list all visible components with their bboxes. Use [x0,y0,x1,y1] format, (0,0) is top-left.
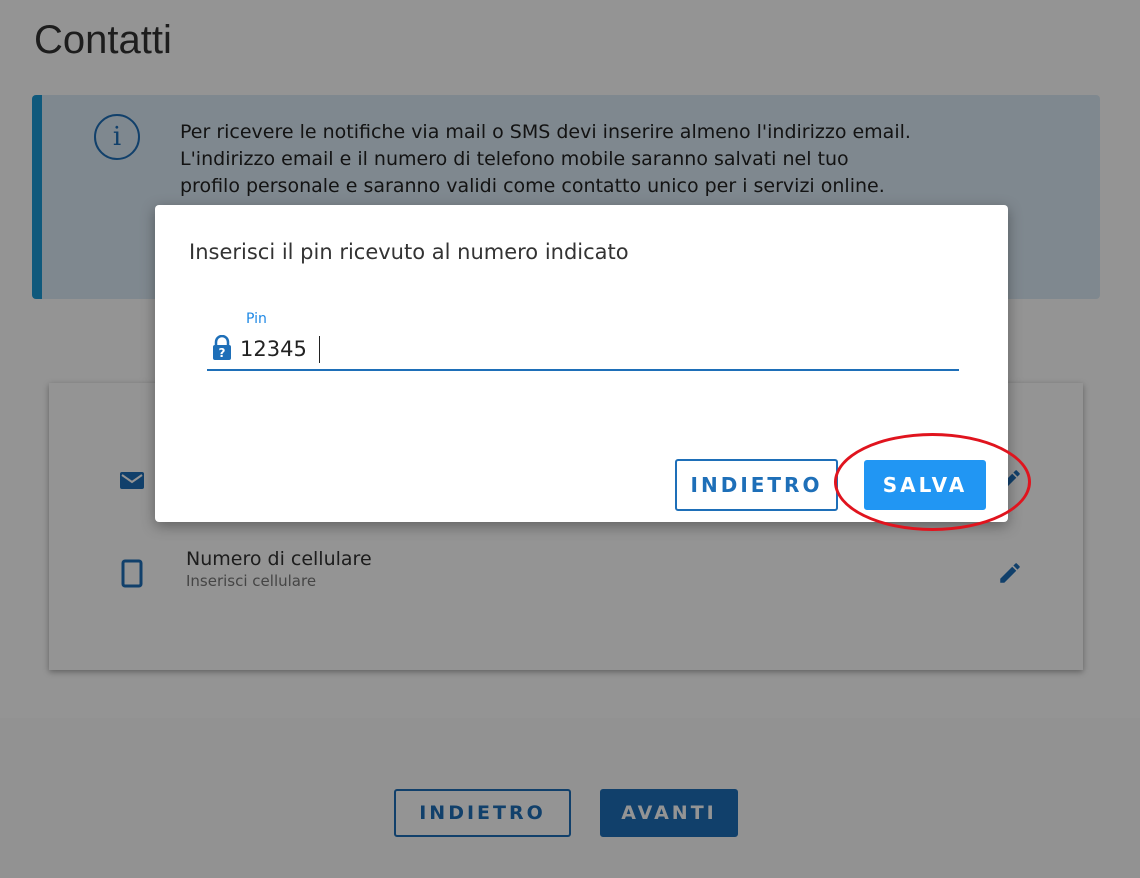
pin-input[interactable] [240,333,940,365]
lock-question-icon: ? [213,335,231,360]
text-caret [319,336,320,363]
dialog-back-button[interactable]: INDIETRO [675,459,838,511]
pin-label: Pin [246,311,267,327]
dialog-title: Inserisci il pin ricevuto al numero indi… [189,240,629,264]
pin-field[interactable]: ? [207,331,959,371]
svg-text:?: ? [219,346,226,360]
highlight-annotation [834,433,1031,531]
